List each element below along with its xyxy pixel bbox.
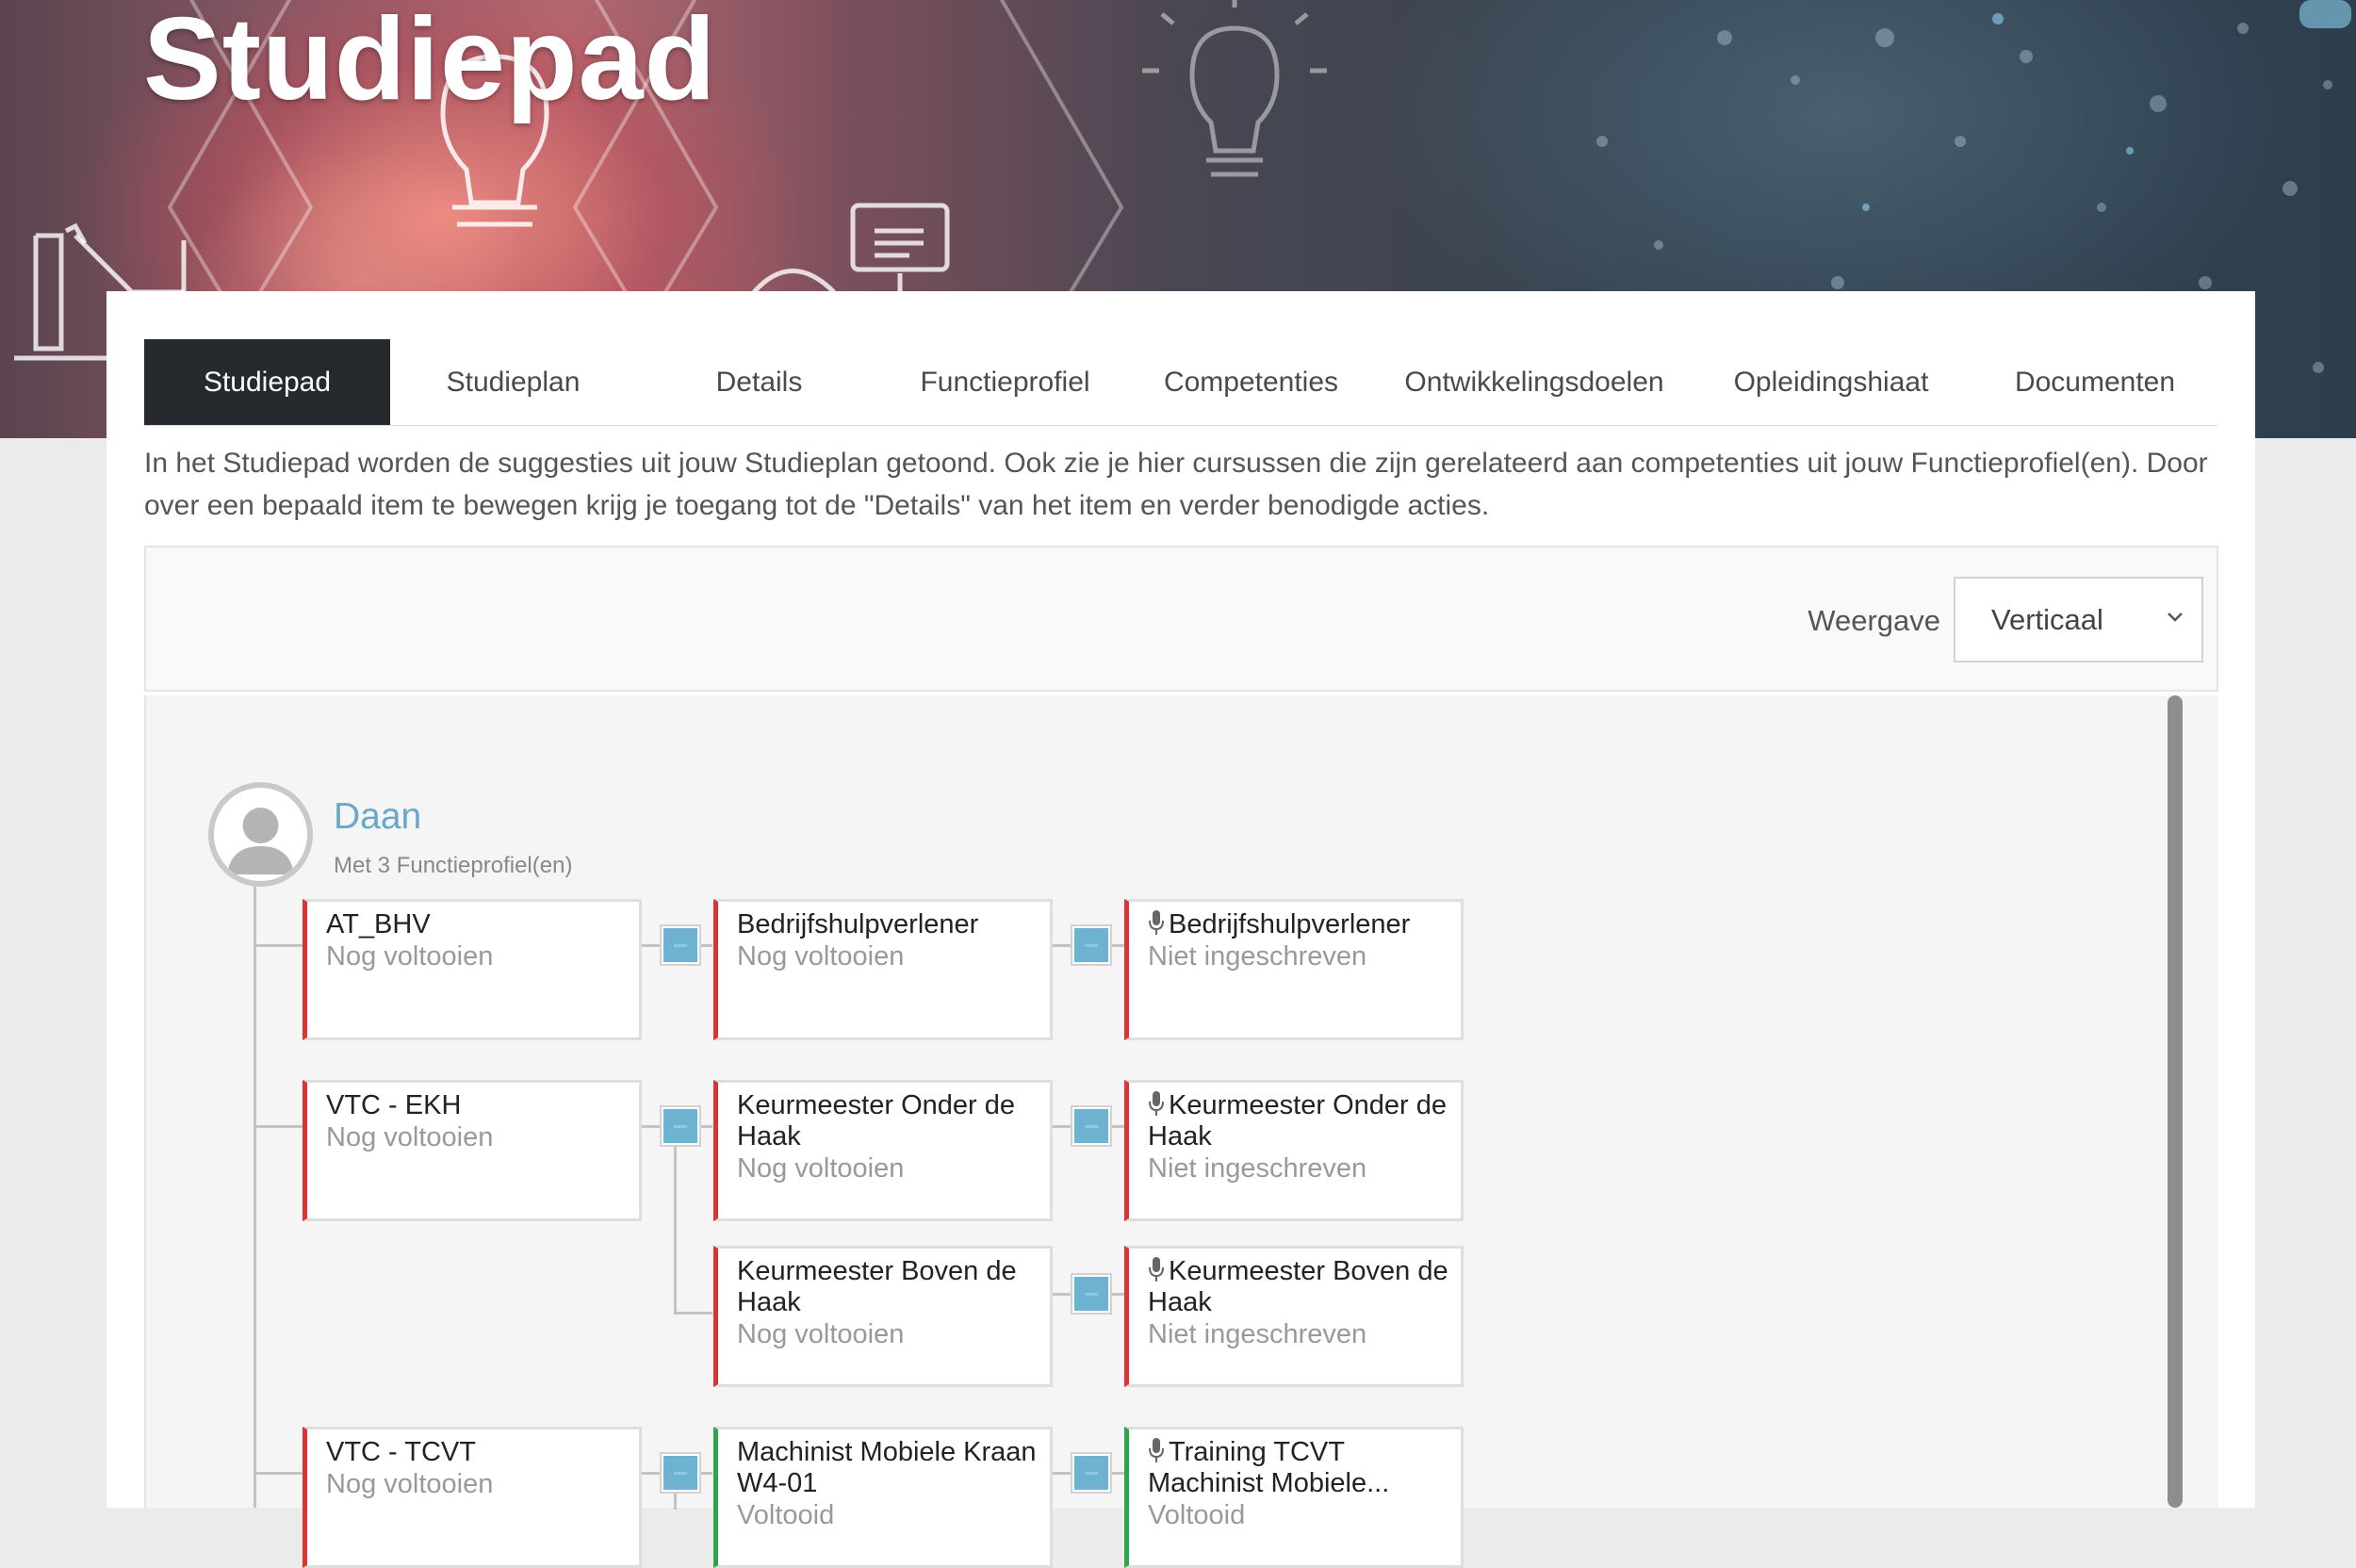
- microphone-icon: [1149, 1091, 1164, 1116]
- course-title: Keurmeester Boven de Haak: [1148, 1256, 1448, 1317]
- scrollbar[interactable]: [2168, 695, 2183, 1508]
- node-title: VTC - EKH: [326, 1090, 462, 1120]
- microphone-icon: [1149, 910, 1164, 935]
- tab-documenten[interactable]: Documenten: [1972, 339, 2217, 425]
- node-title: Bedrijfshulpverlener: [1148, 909, 1461, 940]
- collapse-toggle[interactable]: [1072, 1275, 1110, 1313]
- node-title: VTC - TCVT: [326, 1437, 476, 1467]
- profile-name-link[interactable]: Daan: [334, 796, 421, 838]
- collapse-toggle[interactable]: [1072, 1454, 1110, 1492]
- competentie-node[interactable]: Keurmeester Boven de Haak Nog voltooien: [713, 1246, 1053, 1387]
- node-title: Keurmeester Boven de Haak: [737, 1256, 1017, 1317]
- course-title: Training TCVT Machinist Mobiele...: [1148, 1437, 1390, 1498]
- tab-functieprofiel[interactable]: Functieprofiel: [882, 339, 1128, 425]
- node-status: Niet ingeschreven: [1148, 941, 1367, 972]
- functieprofiel-node[interactable]: AT_BHV Nog voltooien: [303, 899, 642, 1040]
- node-status: Niet ingeschreven: [1148, 1319, 1367, 1349]
- node-title: AT_BHV: [326, 909, 431, 939]
- course-title: Keurmeester Onder de Haak: [1148, 1090, 1447, 1152]
- user-icon: [227, 808, 294, 874]
- node-status: Nog voltooien: [737, 1319, 905, 1349]
- microphone-icon: [1149, 1257, 1164, 1282]
- competentie-node[interactable]: Keurmeester Onder de Haak Nog voltooien: [713, 1080, 1053, 1221]
- node-status: Nog voltooien: [326, 1122, 494, 1152]
- node-status: Voltooid: [737, 1500, 835, 1530]
- view-select[interactable]: Verticaal: [1954, 577, 2203, 662]
- tree-trunk-line: [254, 886, 256, 1508]
- tree-branch-line: [674, 1125, 677, 1314]
- collapse-toggle[interactable]: [662, 1107, 699, 1145]
- tab-competenties[interactable]: Competenties: [1128, 339, 1374, 425]
- cursus-node[interactable]: Bedrijfshulpverlener Niet ingeschreven: [1124, 899, 1464, 1040]
- competentie-node[interactable]: Machinist Mobiele Kraan W4-01 Voltooid: [713, 1427, 1053, 1568]
- microphone-icon: [1149, 1438, 1164, 1462]
- node-status: Nog voltooien: [326, 941, 494, 972]
- tree-branch-line: [674, 1312, 712, 1315]
- functieprofiel-node[interactable]: VTC - TCVT Nog voltooien: [303, 1427, 642, 1568]
- course-title: Bedrijfshulpverlener: [1169, 909, 1411, 939]
- avatar: [208, 782, 313, 887]
- tab-studieplan[interactable]: Studieplan: [390, 339, 636, 425]
- node-status: Nog voltooien: [326, 1469, 494, 1499]
- node-title: Bedrijfshulpverlener: [737, 909, 979, 939]
- competentie-node[interactable]: Bedrijfshulpverlener Nog voltooien: [713, 899, 1053, 1040]
- node-status: Nog voltooien: [737, 1153, 905, 1184]
- functieprofiel-node[interactable]: VTC - EKH Nog voltooien: [303, 1080, 642, 1221]
- intro-text: In het Studiepad worden de suggesties ui…: [144, 448, 2208, 521]
- node-title: Keurmeester Onder de Haak: [737, 1090, 1015, 1152]
- node-status: Voltooid: [1148, 1500, 1246, 1530]
- view-select-value: Verticaal: [1991, 603, 2103, 636]
- profile-subtitle: Met 3 Functieprofiel(en): [334, 853, 573, 878]
- collapse-toggle[interactable]: [662, 926, 699, 964]
- cursus-node[interactable]: Training TCVT Machinist Mobiele... Volto…: [1124, 1427, 1464, 1568]
- tab-opleidingshiaat[interactable]: Opleidingshiaat: [1709, 339, 1954, 425]
- tree-branch-line: [254, 1472, 305, 1475]
- node-title: Keurmeester Onder de Haak: [1148, 1090, 1461, 1152]
- tree-branch-line: [254, 1125, 305, 1128]
- tab-studiepad[interactable]: Studiepad: [144, 339, 390, 425]
- node-title: Keurmeester Boven de Haak: [1148, 1256, 1461, 1318]
- tree-branch-line: [254, 944, 305, 947]
- page-title: Studiepad: [143, 0, 717, 124]
- collapse-toggle[interactable]: [1072, 926, 1110, 964]
- tab-ontwikkelingsdoelen[interactable]: Ontwikkelingsdoelen: [1388, 339, 1680, 425]
- chevron-down-icon: [2168, 612, 2183, 622]
- node-title: Machinist Mobiele Kraan W4-01: [737, 1437, 1037, 1498]
- collapse-toggle[interactable]: [1072, 1107, 1110, 1145]
- cursus-node[interactable]: Keurmeester Onder de Haak Niet ingeschre…: [1124, 1080, 1464, 1221]
- view-options-bar: Weergave Verticaal: [144, 546, 2218, 692]
- node-status: Niet ingeschreven: [1148, 1153, 1367, 1184]
- node-status: Nog voltooien: [737, 941, 905, 972]
- node-title: Training TCVT Machinist Mobiele...: [1148, 1437, 1461, 1499]
- collapse-toggle[interactable]: [662, 1454, 699, 1492]
- scrollbar-thumb[interactable]: [2168, 695, 2183, 1508]
- view-label: Weergave: [1808, 604, 1940, 637]
- tab-bar: Studiepad Studieplan Details Functieprof…: [144, 339, 2217, 426]
- tab-details[interactable]: Details: [636, 339, 882, 425]
- cursus-node[interactable]: Keurmeester Boven de Haak Niet ingeschre…: [1124, 1246, 1464, 1387]
